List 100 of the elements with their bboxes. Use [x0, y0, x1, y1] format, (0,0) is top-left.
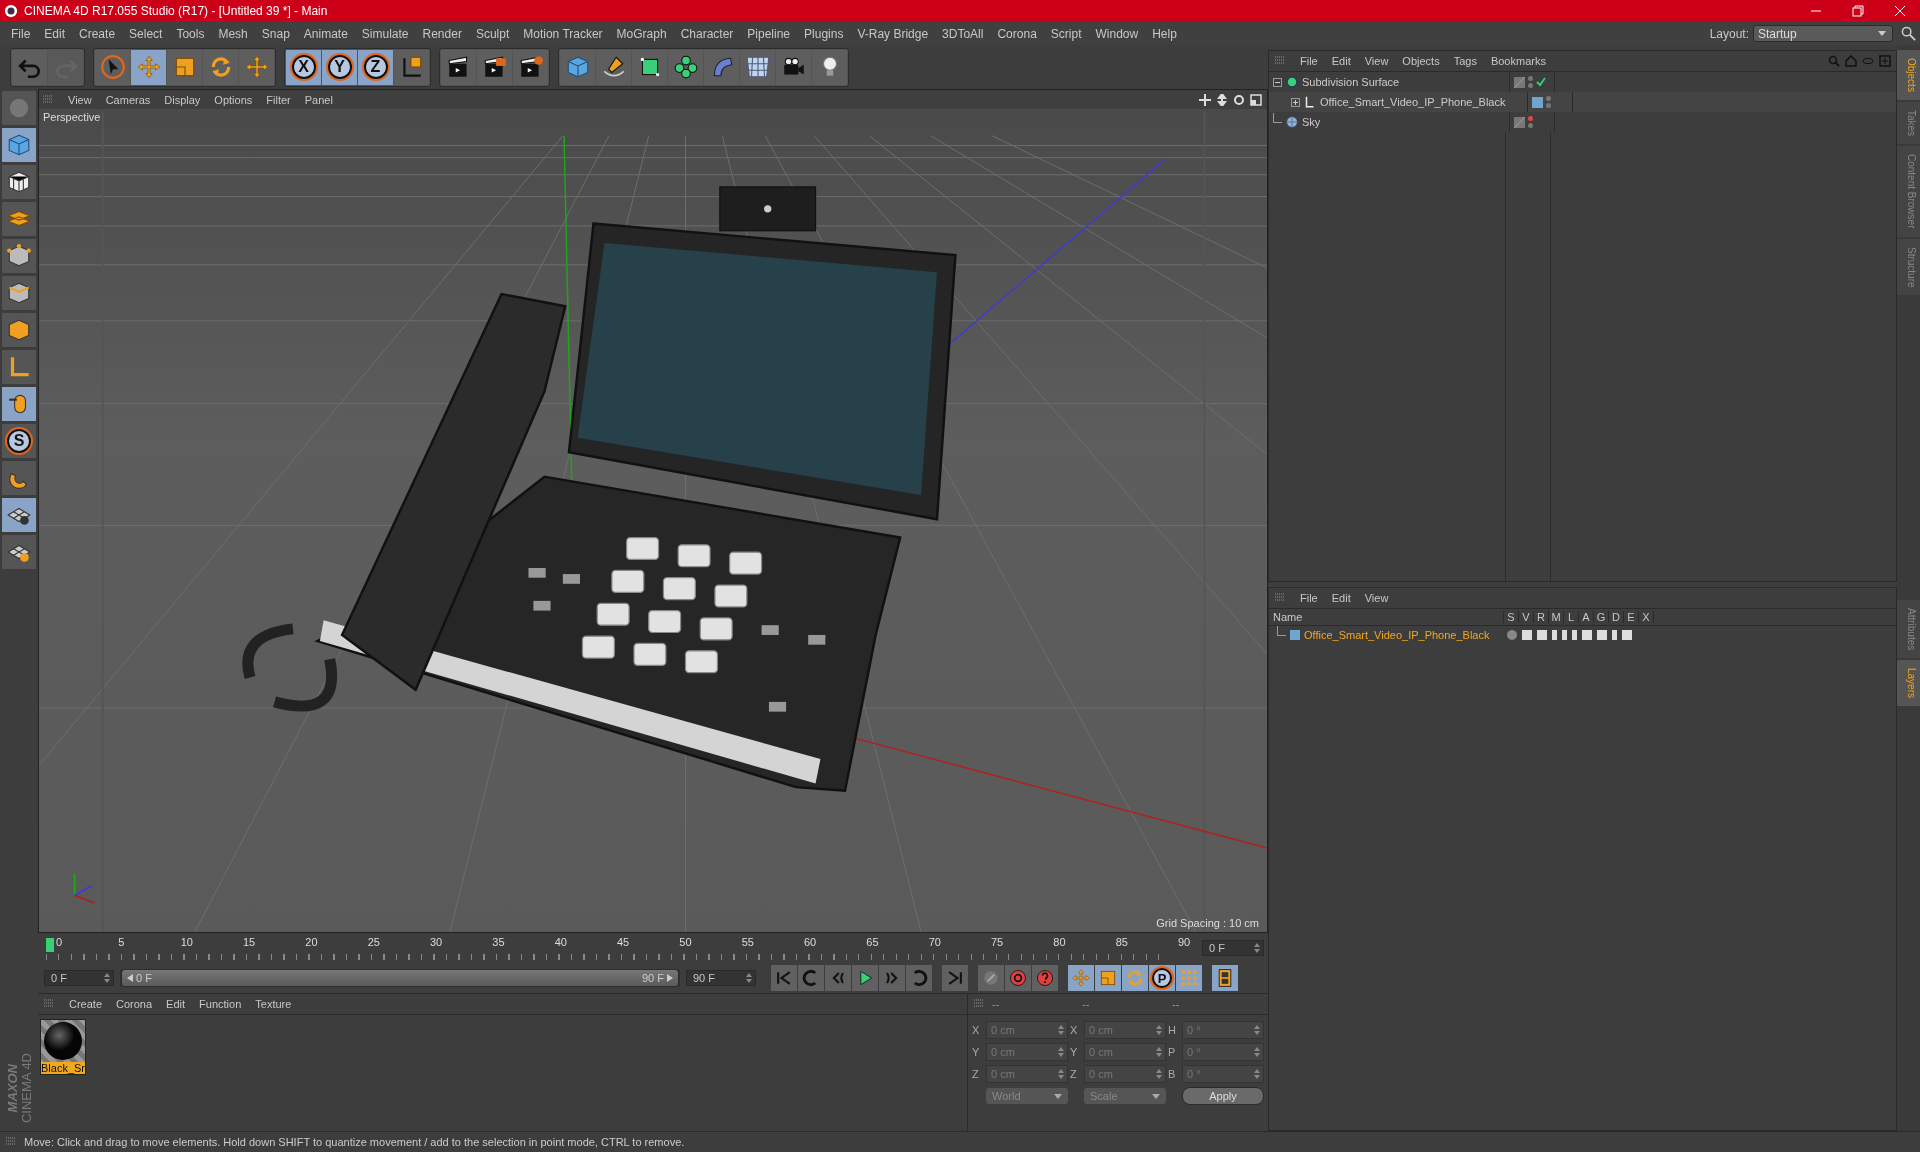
toolbar-button[interactable] [513, 49, 548, 85]
start-frame-field[interactable]: 0 F [44, 970, 114, 986]
menu-item[interactable]: Simulate [354, 26, 416, 41]
menu-item[interactable]: View [61, 93, 99, 106]
toolbar-button[interactable]: Z [358, 49, 393, 85]
menu-item[interactable]: Sculpt [468, 26, 517, 41]
menu-item[interactable]: Filter [259, 93, 298, 106]
expand-icon[interactable] [1291, 97, 1300, 107]
tool-button[interactable] [2, 535, 36, 569]
menu-item[interactable]: V-Ray Bridge [850, 26, 936, 41]
toolbar-button[interactable] [776, 49, 811, 85]
playback-button[interactable] [825, 965, 851, 991]
toolbar-button[interactable] [441, 49, 476, 85]
zoom-view-icon[interactable] [1216, 93, 1228, 106]
side-tab[interactable]: Objects [1897, 50, 1920, 100]
toolbar-button[interactable]: X [286, 49, 321, 85]
menu-item[interactable]: Tools [169, 26, 212, 41]
record-button[interactable] [1005, 965, 1031, 991]
layer-color-swatch[interactable] [1290, 630, 1300, 640]
toolbar-button[interactable] [477, 49, 512, 85]
spinner-icon[interactable] [1254, 1047, 1260, 1057]
apply-button[interactable]: Apply [1182, 1087, 1264, 1105]
menu-item[interactable]: Options [207, 93, 260, 106]
menu-item[interactable]: Corona [109, 998, 160, 1010]
menu-item[interactable]: View [1357, 592, 1396, 604]
maximize-view-icon[interactable] [1250, 93, 1262, 106]
menu-item[interactable]: Edit [159, 998, 193, 1010]
playback-button[interactable] [852, 965, 878, 991]
check-icon[interactable] [1536, 77, 1546, 87]
spinner-icon[interactable] [746, 973, 752, 983]
spinner-icon[interactable] [1254, 1025, 1260, 1035]
record-button[interactable] [1095, 965, 1121, 991]
spinner-icon[interactable] [1156, 1047, 1162, 1057]
menu-item[interactable]: Cameras [98, 93, 158, 106]
menu-item[interactable]: Select [122, 26, 170, 41]
layer-swatch-icon[interactable] [1514, 76, 1525, 88]
object-name[interactable]: Sky [1302, 116, 1321, 128]
layer-flags-icon[interactable] [1507, 630, 1632, 640]
playhead-marker[interactable] [46, 938, 54, 952]
layer-swatch-icon[interactable] [1532, 96, 1543, 108]
viewport-canvas[interactable]: Perspective Grid Spacing : 10 cm [39, 109, 1267, 932]
menu-item[interactable]: Plugins [797, 26, 851, 41]
menu-item[interactable]: Edit [1324, 55, 1358, 67]
menu-item[interactable]: Create [72, 26, 123, 41]
menu-item[interactable]: Motion Tracker [516, 26, 610, 41]
toolbar-button[interactable] [596, 49, 631, 85]
menu-item[interactable]: Edit [1324, 592, 1358, 604]
menu-item[interactable]: Animate [296, 26, 355, 41]
move-view-icon[interactable] [1199, 93, 1211, 106]
visibility-dots-icon[interactable] [1528, 76, 1533, 88]
menu-item[interactable]: Function [192, 998, 249, 1010]
collapse-icon[interactable] [1273, 77, 1282, 87]
menu-item[interactable]: 3DToAll [935, 26, 991, 41]
menu-item[interactable]: File [4, 26, 38, 41]
spinner-icon[interactable] [1058, 1047, 1064, 1057]
menu-item[interactable]: Window [1088, 26, 1146, 41]
playback-button[interactable] [942, 965, 968, 991]
toolbar-button[interactable]: Y [322, 49, 357, 85]
spinner-icon[interactable] [1156, 1025, 1162, 1035]
left-arrow-icon[interactable] [127, 974, 133, 982]
tool-button[interactable] [2, 498, 36, 532]
menu-item[interactable]: Pipeline [740, 26, 798, 41]
menu-item[interactable]: View [1357, 55, 1396, 67]
restore-icon[interactable] [1852, 5, 1864, 17]
menu-item[interactable]: Tags [1446, 55, 1484, 67]
menu-item[interactable]: Corona [990, 26, 1044, 41]
spinner-icon[interactable] [1058, 1025, 1064, 1035]
phone-drawing[interactable] [242, 186, 957, 793]
close-icon[interactable] [1894, 5, 1906, 17]
menu-item[interactable]: MoGraph [609, 26, 674, 41]
visibility-dots-icon[interactable] [1546, 96, 1551, 108]
menu-item[interactable]: Render [415, 26, 469, 41]
spinner-icon[interactable] [1156, 1069, 1162, 1079]
menu-item[interactable]: Mesh [211, 26, 255, 41]
playback-button[interactable] [906, 965, 932, 991]
layer-swatch-icon[interactable] [1514, 116, 1525, 128]
toolbar-button[interactable] [812, 49, 847, 85]
menu-item[interactable]: Display [157, 93, 208, 106]
playback-button[interactable] [879, 965, 905, 991]
search-icon[interactable] [1901, 26, 1916, 41]
end-frame-field[interactable]: 90 F [686, 970, 756, 986]
object-name[interactable]: Office_Smart_Video_IP_Phone_Black [1320, 96, 1506, 108]
playback-button[interactable] [771, 965, 797, 991]
right-arrow-icon[interactable] [667, 974, 673, 982]
menu-item[interactable]: File [1293, 592, 1325, 604]
menu-item[interactable]: Character [673, 26, 741, 41]
spinner-icon[interactable] [1254, 1069, 1260, 1079]
spinner-icon[interactable] [104, 973, 110, 983]
record-button[interactable] [1212, 965, 1238, 991]
menu-item[interactable]: Create [62, 998, 110, 1010]
menu-item[interactable]: Objects [1395, 55, 1447, 67]
menu-item[interactable]: Texture [248, 998, 299, 1010]
toolbar-button[interactable] [668, 49, 703, 85]
menu-item[interactable]: Edit [37, 26, 73, 41]
menu-item[interactable]: Snap [254, 26, 297, 41]
spinner-icon[interactable] [1058, 1069, 1064, 1079]
visibility-dots-icon[interactable] [1528, 116, 1533, 128]
menu-item[interactable]: Script [1043, 26, 1089, 41]
menu-item[interactable]: Help [1145, 26, 1184, 41]
toolbar-button[interactable] [632, 49, 667, 85]
